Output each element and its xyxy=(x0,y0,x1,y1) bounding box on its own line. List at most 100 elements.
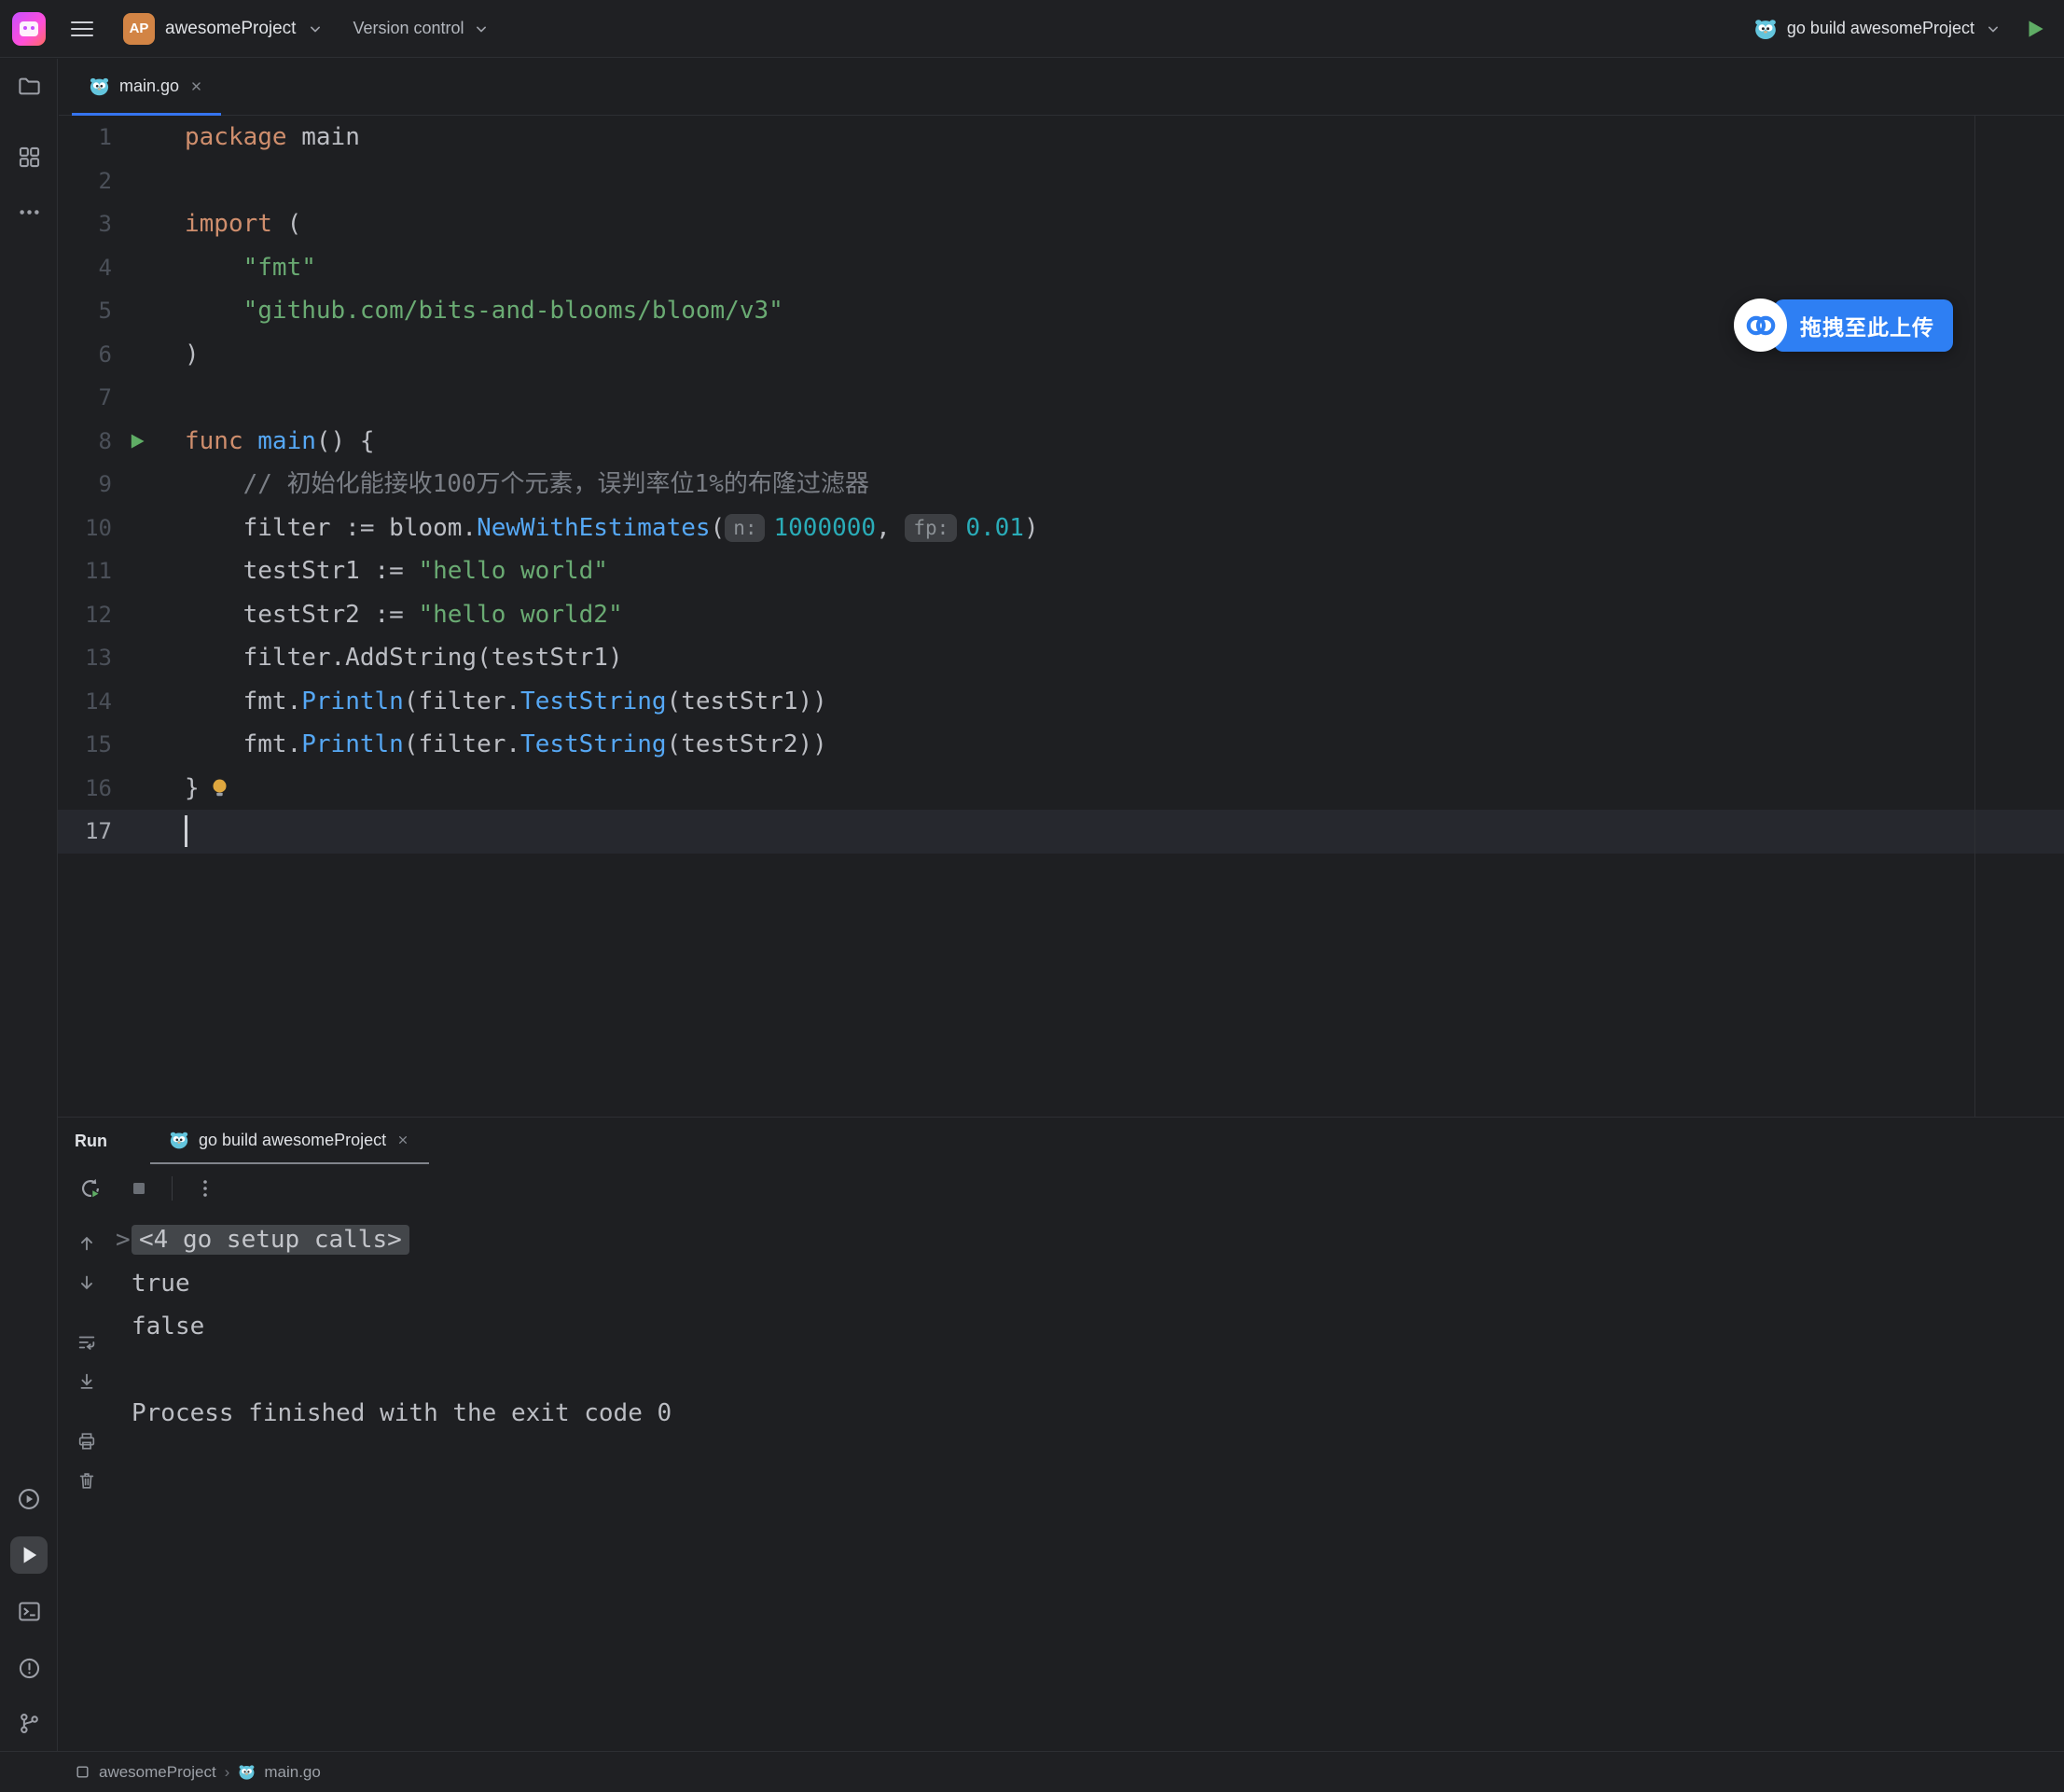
stripe-item-services[interactable] xyxy=(10,1480,48,1518)
code-text[interactable]: "fmt" xyxy=(185,246,316,290)
code-text[interactable]: } xyxy=(185,767,230,811)
gutter[interactable]: 9 xyxy=(58,471,185,497)
code-line-17[interactable]: 17 xyxy=(58,810,2064,854)
scroll-down-button[interactable] xyxy=(71,1267,103,1299)
intention-bulb-icon[interactable] xyxy=(209,777,230,799)
code-line-1[interactable]: 1package main xyxy=(58,116,2064,160)
clear-all-button[interactable] xyxy=(71,1465,103,1496)
code-text[interactable]: testStr2 := "hello world2" xyxy=(185,593,623,637)
code-line-12[interactable]: 12 testStr2 := "hello world2" xyxy=(58,593,2064,637)
code-line-11[interactable]: 11 testStr1 := "hello world" xyxy=(58,549,2064,593)
gutter[interactable]: 17 xyxy=(58,818,185,844)
line-number: 10 xyxy=(58,515,112,541)
code-text[interactable]: fmt.Println(filter.TestString(testStr1)) xyxy=(185,680,827,724)
code-text[interactable] xyxy=(185,815,187,847)
console-line-1: ><4 go setup calls> xyxy=(116,1218,2064,1262)
gutter[interactable]: 6 xyxy=(58,341,185,368)
rerun-button[interactable] xyxy=(75,1173,106,1204)
stripe-item-run[interactable] xyxy=(10,1536,48,1574)
code-line-3[interactable]: 3import ( xyxy=(58,202,2064,246)
gutter[interactable]: 13 xyxy=(58,645,185,671)
code-line-15[interactable]: 15 fmt.Println(filter.TestString(testStr… xyxy=(58,723,2064,767)
project-widget[interactable]: AP awesomeProject xyxy=(123,13,325,45)
gutter[interactable]: 14 xyxy=(58,688,185,715)
code-text[interactable]: ) xyxy=(185,333,200,377)
drag-upload-widget[interactable]: 拖拽至此上传 xyxy=(1734,299,1953,352)
status-bar: awesomeProject › main.go xyxy=(0,1751,2064,1792)
code-line-16[interactable]: 16} xyxy=(58,767,2064,811)
editor-tab-main-go[interactable]: main.go xyxy=(72,59,221,116)
gutter[interactable]: 7 xyxy=(58,384,185,410)
run-panel-header: Run go build awesomeProject xyxy=(58,1118,2064,1164)
go-gopher-icon xyxy=(169,1130,189,1150)
code-text[interactable]: filter := bloom.NewWithEstimates(n:10000… xyxy=(185,507,1039,550)
gutter[interactable]: 12 xyxy=(58,602,185,628)
soft-wrap-button[interactable] xyxy=(71,1327,103,1358)
main-menu-button[interactable] xyxy=(71,17,93,41)
stripe-item-more[interactable] xyxy=(10,193,48,230)
code-token-def: () { xyxy=(316,420,375,464)
code-token-str: "hello world" xyxy=(418,549,608,593)
code-line-10[interactable]: 10 filter := bloom.NewWithEstimates(n:10… xyxy=(58,507,2064,550)
main-toolbar: AP awesomeProject Version control go bui… xyxy=(0,0,2064,58)
stripe-item-terminal[interactable] xyxy=(10,1592,48,1630)
more-options-button[interactable] xyxy=(189,1173,221,1204)
gutter[interactable]: 16 xyxy=(58,775,185,801)
gutter[interactable]: 4 xyxy=(58,255,185,281)
console-command-chip[interactable]: <4 go setup calls> xyxy=(132,1225,409,1255)
gutter[interactable]: 11 xyxy=(58,558,185,584)
code-token-def: filter.AddString(testStr1) xyxy=(185,636,623,680)
run-configuration-selector[interactable]: go build awesomeProject xyxy=(1753,17,2002,41)
stripe-item-structure[interactable] xyxy=(10,138,48,175)
scroll-to-end-button[interactable] xyxy=(71,1366,103,1397)
code-text[interactable]: package main xyxy=(185,116,360,160)
code-line-9[interactable]: 9 // 初始化能接收100万个元素，误判率位1%的布隆过滤器 xyxy=(58,463,2064,507)
close-tab-icon[interactable] xyxy=(395,1132,410,1147)
code-token-hint: fp: xyxy=(905,514,957,542)
gutter[interactable]: 2 xyxy=(58,168,185,194)
console-prompt-chevron: > xyxy=(116,1226,132,1254)
code-line-13[interactable]: 13 filter.AddString(testStr1) xyxy=(58,636,2064,680)
code-text[interactable]: "github.com/bits-and-blooms/bloom/v3" xyxy=(185,289,783,333)
close-tab-icon[interactable] xyxy=(188,78,204,94)
run-panel-toolbar xyxy=(58,1164,2064,1213)
code-text[interactable]: testStr1 := "hello world" xyxy=(185,549,608,593)
run-button[interactable] xyxy=(2023,17,2047,41)
run-gutter-icon[interactable] xyxy=(112,431,185,451)
code-text[interactable]: import ( xyxy=(185,202,301,246)
stripe-item-problems[interactable] xyxy=(10,1649,48,1687)
version-control-widget[interactable]: Version control xyxy=(353,19,490,38)
code-token-def xyxy=(185,289,243,333)
code-line-4[interactable]: 4 "fmt" xyxy=(58,246,2064,290)
code-line-8[interactable]: 8func main() { xyxy=(58,420,2064,464)
code-text[interactable]: // 初始化能接收100万个元素，误判率位1%的布隆过滤器 xyxy=(185,463,869,507)
stripe-item-project[interactable] xyxy=(10,67,48,104)
ide-window: AP awesomeProject Version control go bui… xyxy=(0,0,2064,1792)
code-line-2[interactable]: 2 xyxy=(58,160,2064,203)
breadcrumb-project[interactable]: awesomeProject xyxy=(99,1763,216,1782)
app-logo-icon[interactable] xyxy=(12,12,46,46)
code-token-def: ) xyxy=(1024,507,1039,550)
breadcrumb-file[interactable]: main.go xyxy=(264,1763,320,1782)
code-text[interactable]: filter.AddString(testStr1) xyxy=(185,636,623,680)
scroll-up-button[interactable] xyxy=(71,1228,103,1259)
code-token-kw: import xyxy=(185,202,272,246)
stripe-item-version-control[interactable] xyxy=(10,1704,48,1742)
code-line-7[interactable]: 7 xyxy=(58,376,2064,420)
gutter[interactable]: 15 xyxy=(58,731,185,757)
code-token-def: main xyxy=(287,116,360,160)
gutter[interactable]: 8 xyxy=(58,428,185,454)
code-line-14[interactable]: 14 fmt.Println(filter.TestString(testStr… xyxy=(58,680,2064,724)
code-text[interactable]: func main() { xyxy=(185,420,375,464)
code-editor[interactable]: 1package main23import (4 "fmt"5 "github.… xyxy=(58,116,2064,1117)
gutter[interactable]: 3 xyxy=(58,211,185,237)
code-text[interactable]: fmt.Println(filter.TestString(testStr2)) xyxy=(185,723,827,767)
console-text: true xyxy=(132,1270,190,1298)
gutter[interactable]: 1 xyxy=(58,124,185,150)
print-button[interactable] xyxy=(71,1425,103,1457)
gutter[interactable]: 10 xyxy=(58,515,185,541)
gutter[interactable]: 5 xyxy=(58,298,185,324)
go-file-icon xyxy=(238,1763,256,1781)
stop-button[interactable] xyxy=(123,1173,155,1204)
run-panel-tab[interactable]: go build awesomeProject xyxy=(150,1118,429,1164)
